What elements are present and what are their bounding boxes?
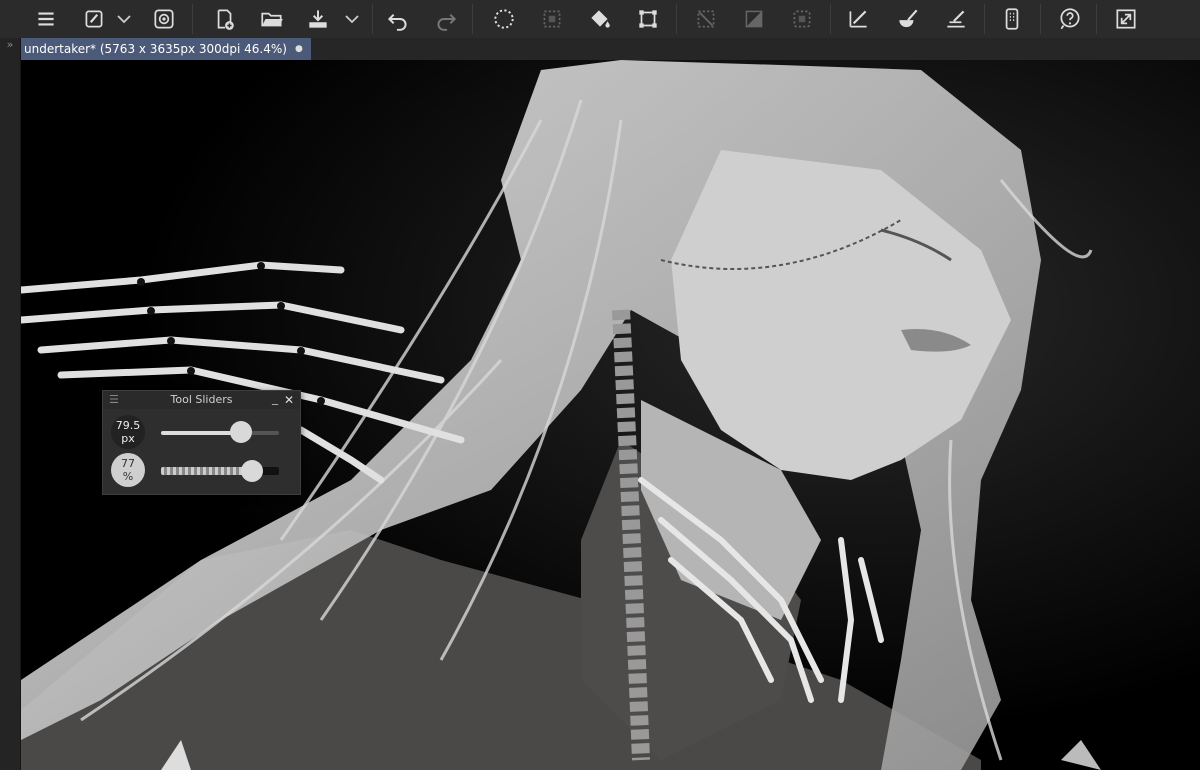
tool-sliders-title: Tool Sliders [170, 393, 233, 406]
swirl-icon[interactable] [148, 3, 180, 35]
tool-sliders-titlebar[interactable]: ☰ Tool Sliders _ ✕ [103, 391, 300, 409]
wrap-around-icon[interactable] [786, 3, 818, 35]
transform-icon[interactable] [632, 3, 664, 35]
minimize-button[interactable]: _ [272, 389, 278, 407]
brush-settings-icon[interactable] [842, 3, 874, 35]
save-icon[interactable] [302, 3, 334, 35]
brush-size-unit: px [121, 432, 135, 445]
canvas-rotate-icon[interactable] [940, 3, 972, 35]
tool-sliders-panel: ☰ Tool Sliders _ ✕ 79.5 px 77 % [102, 390, 301, 495]
new-document-icon[interactable] [208, 3, 240, 35]
help-icon[interactable] [1054, 3, 1086, 35]
popup-palette-icon[interactable] [996, 3, 1028, 35]
document-tab-title: undertaker* (5763 x 3635px 300dpi 46.4%) [24, 42, 287, 56]
opacity-handle[interactable] [240, 460, 263, 482]
close-button[interactable]: ✕ [284, 391, 294, 409]
main-toolbar [0, 0, 1200, 39]
deselect-icon[interactable] [536, 3, 568, 35]
expand-dock-icon[interactable]: » [0, 38, 20, 52]
menu-icon[interactable] [30, 3, 62, 35]
redo-icon[interactable] [430, 3, 462, 35]
opacity-fill [161, 467, 252, 475]
document-tab[interactable]: undertaker* (5763 x 3635px 300dpi 46.4%)… [21, 38, 311, 60]
brush-size-badge[interactable]: 79.5 px [111, 415, 145, 449]
brush-preset-icon[interactable] [78, 3, 110, 35]
chevron-down-icon[interactable] [340, 3, 364, 35]
chevron-down-icon[interactable] [112, 3, 136, 35]
opacity-unit: % [122, 470, 134, 483]
document-tab-bar: undertaker* (5763 x 3635px 300dpi 46.4%)… [21, 38, 1200, 60]
brush-size-value: 79.5 [115, 419, 141, 432]
undo-icon[interactable] [382, 3, 414, 35]
opacity-row: 77 % [109, 451, 294, 487]
panel-menu-icon[interactable]: ☰ [109, 391, 119, 409]
open-folder-icon[interactable] [256, 3, 288, 35]
left-dock-strip: » [0, 38, 21, 770]
brush-size-handle[interactable] [230, 421, 253, 443]
select-all-icon[interactable] [488, 3, 520, 35]
opacity-badge[interactable]: 77 % [111, 453, 145, 487]
brush-size-slider[interactable] [161, 421, 279, 443]
modified-indicator[interactable]: ● [295, 38, 303, 60]
mix-brush-icon[interactable] [892, 3, 924, 35]
fill-icon[interactable] [584, 3, 616, 35]
brush-size-fill [161, 431, 242, 435]
brush-size-row: 79.5 px [109, 413, 294, 449]
opacity-value: 77 [121, 457, 135, 470]
opacity-slider[interactable] [161, 460, 279, 482]
fullscreen-icon[interactable] [1110, 3, 1142, 35]
mirror-horizontal-icon[interactable] [690, 3, 722, 35]
gradient-icon[interactable] [738, 3, 770, 35]
